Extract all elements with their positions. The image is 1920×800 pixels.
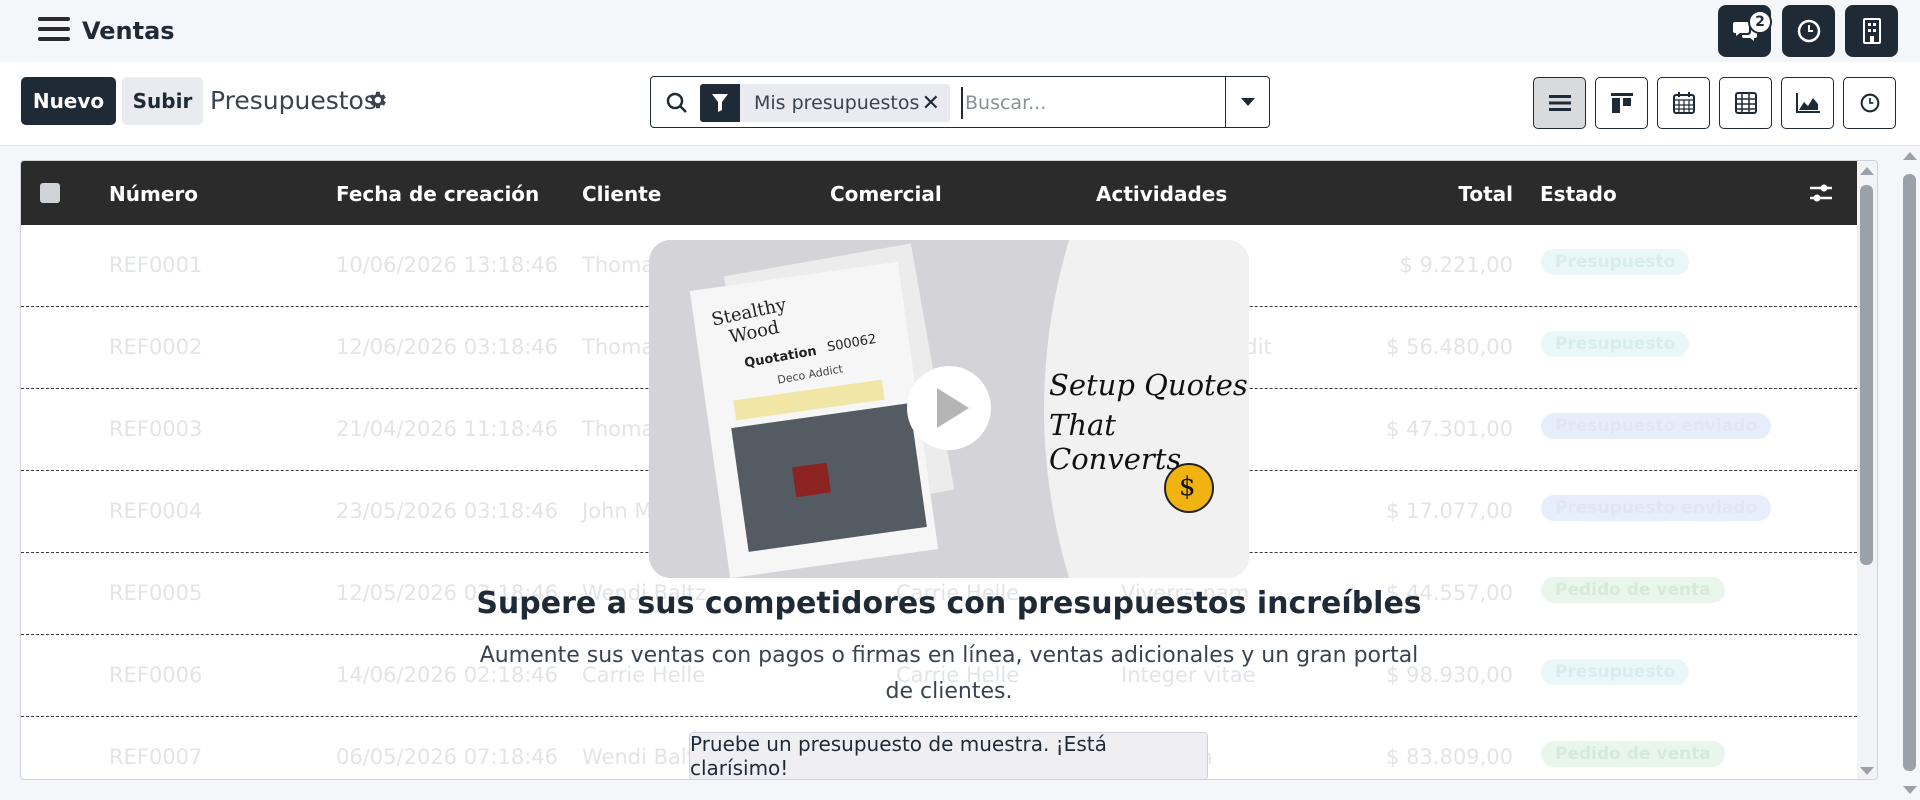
gear-icon[interactable] [366,89,388,111]
search-bar: Mis presupuestos ✕ [650,76,1270,128]
helper-video[interactable]: Stealthy Wood Quotation S00062 Deco Addi… [649,240,1249,578]
scroll-up-arrow-icon[interactable] [1860,167,1874,175]
messages-count-badge: 2 [1748,10,1772,34]
list-scrollbar[interactable] [1857,161,1877,779]
status-badge: Presupuesto enviado [1541,495,1772,521]
list-view-button[interactable] [1533,77,1586,129]
search-input[interactable] [961,87,1211,119]
caption-line-2: That Converts [1049,408,1182,476]
filter-icon [700,84,740,122]
new-button[interactable]: Nuevo [21,77,116,125]
page-title: Presupuestos [210,86,377,115]
optional-columns-icon[interactable] [1810,183,1832,203]
table-grid-icon [1734,92,1757,114]
status-badge: Presupuesto [1541,331,1690,357]
column-number[interactable]: Número [109,182,198,206]
top-navbar: Ventas 2 [0,0,1920,62]
list-header: Número Fecha de creación Cliente Comerci… [21,161,1857,225]
app-title: Ventas [82,17,175,45]
column-total[interactable]: Total [1458,182,1513,206]
remove-facet-icon[interactable]: ✕ [922,91,940,116]
kanban-view-button[interactable] [1595,77,1648,129]
hamburger-menu-icon[interactable] [38,17,70,43]
upload-button[interactable]: Subir [122,77,203,125]
scroll-down-arrow-icon[interactable] [1860,767,1874,775]
search-icon [666,92,687,113]
coin-symbol: $ [1179,472,1196,502]
pivot-view-button[interactable] [1719,77,1772,129]
caret-down-icon [1240,98,1255,106]
column-salesperson[interactable]: Comercial [830,182,942,206]
control-panel: Nuevo Subir Presupuestos Mis presupuesto… [0,62,1920,146]
play-icon[interactable] [915,370,987,446]
messages-button[interactable]: 2 [1718,5,1772,57]
clock-icon [1797,19,1820,43]
search-options-toggle[interactable] [1225,77,1269,127]
page-scroll-down-icon[interactable] [1903,786,1917,794]
column-state[interactable]: Estado [1540,182,1617,206]
page-scroll-up-icon[interactable] [1903,152,1917,160]
activities-button[interactable] [1782,5,1835,57]
helper-subtext: Aumente sus ventas con pagos o firmas en… [479,643,1419,704]
list-scrollbar-thumb[interactable] [1860,185,1873,565]
status-badge: Pedido de venta [1541,741,1725,767]
kanban-icon [1610,93,1633,113]
caption-line-1: Setup Quotes [1049,368,1248,402]
activity-view-button[interactable] [1843,77,1896,129]
building-icon [1862,18,1881,44]
status-badge: Presupuesto [1541,249,1690,275]
column-created[interactable]: Fecha de creación [336,182,539,206]
column-client[interactable]: Cliente [582,182,661,206]
status-badge: Pedido de venta [1541,577,1725,603]
page-scrollbar[interactable] [1900,148,1920,798]
list-icon [1548,95,1571,111]
calendar-view-button[interactable] [1657,77,1710,129]
area-chart-icon [1795,93,1820,113]
status-badge: Presupuesto enviado [1541,413,1772,439]
clock-icon [1860,93,1879,113]
facet-label: Mis presupuestos [754,92,920,114]
try-sample-quotation-button[interactable]: Pruebe un presupuesto de muestra. ¡Está … [689,732,1208,780]
company-switcher-button[interactable] [1845,5,1898,57]
select-all-checkbox[interactable] [40,183,60,203]
column-activities[interactable]: Actividades [1096,182,1227,206]
graph-view-button[interactable] [1781,77,1834,129]
helper-headline: Supere a sus competidores con presupuest… [476,586,1422,621]
page-scrollbar-thumb[interactable] [1903,174,1916,771]
calendar-icon [1672,92,1695,114]
status-badge: Presupuesto [1541,659,1690,685]
search-facet: Mis presupuestos ✕ [700,84,950,122]
